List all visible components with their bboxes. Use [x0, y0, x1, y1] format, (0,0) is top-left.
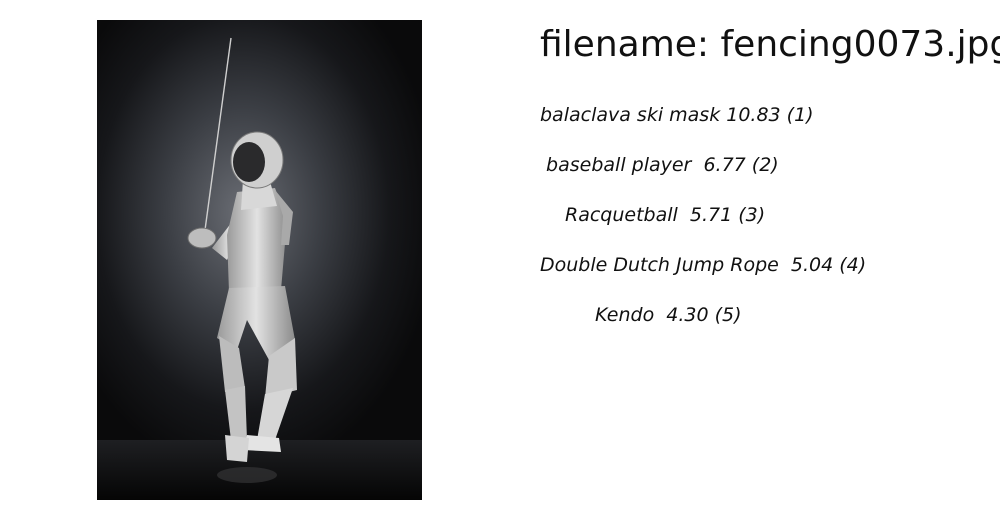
filename-label: filename: fencing0073.jpg — [540, 24, 1000, 65]
prediction-4: Double Dutch Jump Rope 5.04 (4) — [540, 254, 867, 276]
prediction-1: balaclava ski mask 10.83 (1) — [540, 104, 814, 126]
prediction-3: Racquetball 5.71 (3) — [565, 204, 766, 226]
fencer-illustration — [97, 37, 422, 500]
fencer-photo — [97, 20, 422, 500]
prediction-5: Kendo 4.30 (5) — [595, 304, 742, 326]
prediction-2: baseball player 6.77 (2) — [540, 154, 779, 176]
